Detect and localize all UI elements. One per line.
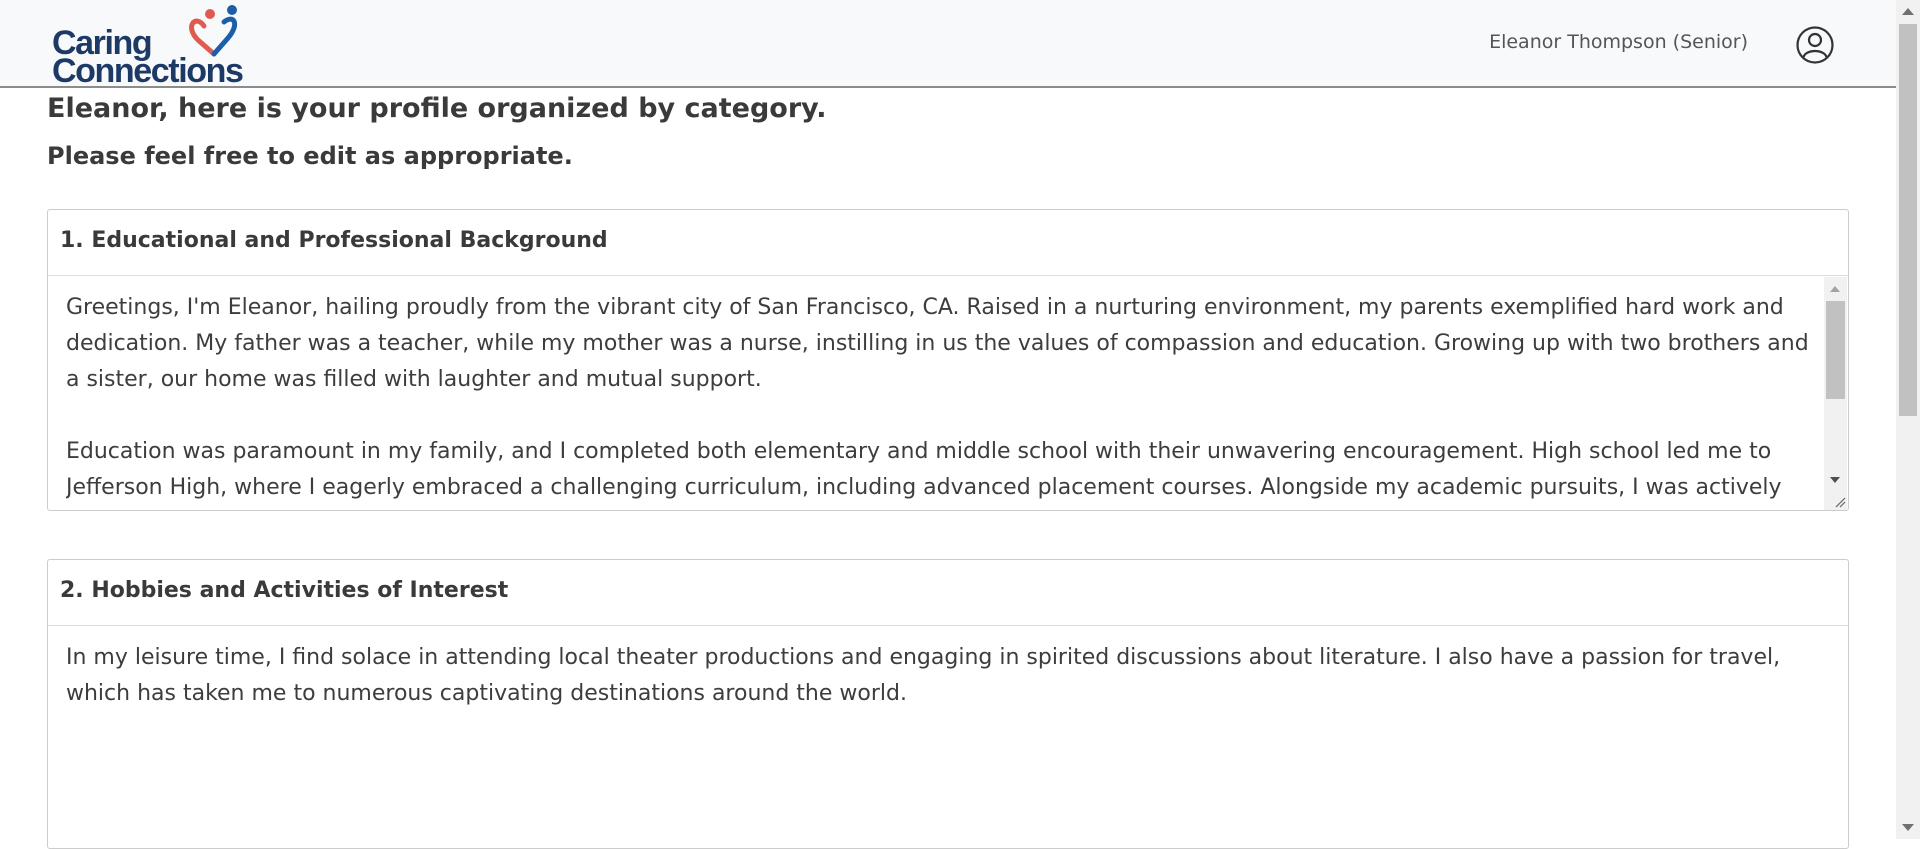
section-textarea[interactable]: Greetings, I'm Eleanor, hailing proudly …: [66, 290, 1820, 508]
caring-connections-logo[interactable]: Caring Connections: [50, 4, 244, 90]
textarea-scrollbar-thumb[interactable]: [1826, 301, 1845, 399]
section-card-education: 1. Educational and Professional Backgrou…: [47, 209, 1849, 511]
page-scrollbar[interactable]: [1896, 0, 1920, 839]
user-circle-icon[interactable]: [1795, 25, 1835, 65]
page-scrollbar-thumb[interactable]: [1899, 24, 1917, 416]
page-title: Eleanor, here is your profile organized …: [47, 93, 827, 124]
scroll-down-arrow-icon[interactable]: [1830, 477, 1840, 483]
section-heading: 2. Hobbies and Activities of Interest: [48, 560, 1848, 626]
scroll-up-arrow-icon[interactable]: [1902, 8, 1914, 15]
user-name-label: Eleanor Thompson (Senior): [1489, 31, 1748, 53]
top-header: Caring Connections Eleanor Thompson (Sen…: [0, 0, 1896, 88]
textarea-scrollbar[interactable]: [1824, 277, 1847, 510]
section-heading: 1. Educational and Professional Backgrou…: [48, 210, 1848, 276]
section-card-hobbies: 2. Hobbies and Activities of Interest In…: [47, 559, 1849, 849]
scroll-up-arrow-icon[interactable]: [1830, 286, 1840, 292]
logo-text-connections: Connections: [52, 52, 244, 90]
resize-grip-icon[interactable]: [1834, 496, 1846, 508]
page-subtitle: Please feel free to edit as appropriate.: [47, 142, 573, 170]
section-textarea[interactable]: In my leisure time, I find solace in att…: [66, 640, 1830, 840]
scroll-down-arrow-icon[interactable]: [1902, 824, 1914, 831]
